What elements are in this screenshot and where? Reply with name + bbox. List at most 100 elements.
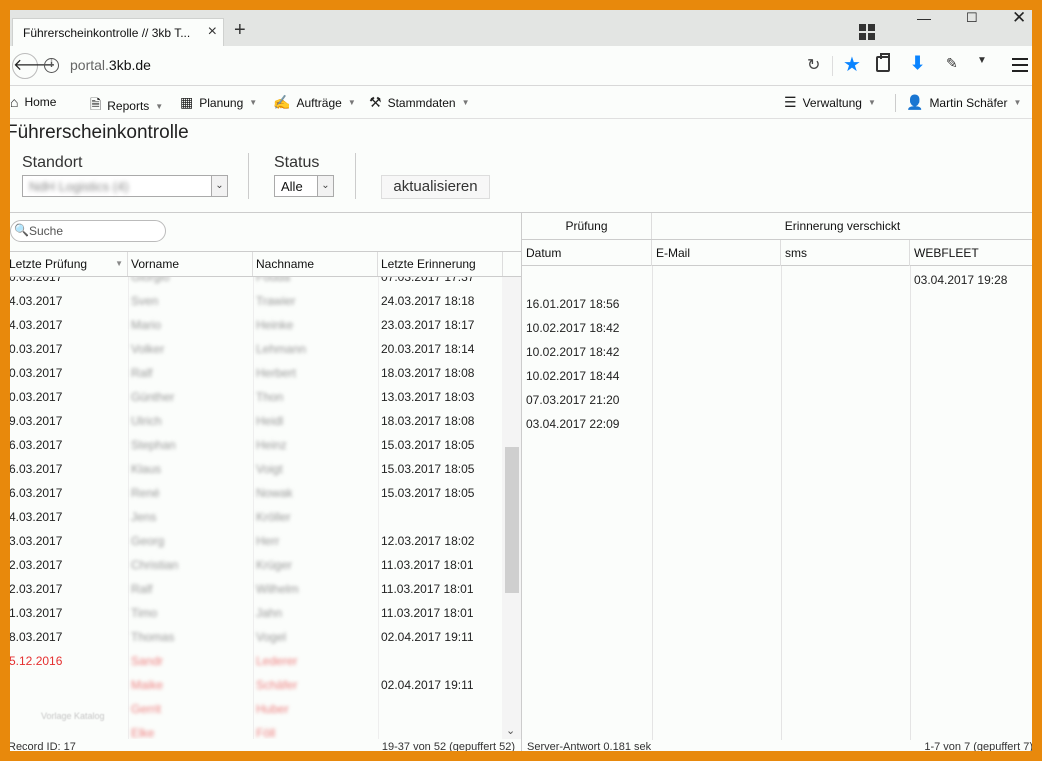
table-row[interactable]: 6.03.2017 Klaus Voigt 15.03.2017 18:05 xyxy=(10,457,502,481)
reload-icon[interactable]: ↻ xyxy=(807,55,820,75)
menu-stammdaten[interactable]: ⚒ Stammdaten ▼ xyxy=(369,94,470,111)
column-letzte-erinnerung[interactable]: Letzte Erinnerung xyxy=(378,252,503,276)
table-row[interactable]: 8.03.2017 Thomas Vogel 02.04.2017 19:11 xyxy=(10,625,502,649)
table-row[interactable]: 0.03.2017 Giorgio Fouda 07.03.2017 17:37 xyxy=(10,277,502,289)
cell-vorname: Timo xyxy=(131,606,158,620)
search-box[interactable]: 🔍 xyxy=(10,220,166,242)
menu-verwaltung[interactable]: ☰ Verwaltung ▼ xyxy=(784,94,876,111)
new-tab-icon[interactable]: + xyxy=(234,20,246,40)
table-row[interactable]: 4.03.2017 Jens Kröller xyxy=(10,505,502,529)
cell-nachname: Vogel xyxy=(256,630,287,644)
filter-divider xyxy=(248,153,249,199)
standort-select[interactable]: NdH Logistics (4) ⌄ xyxy=(22,175,228,197)
status-label: Status xyxy=(274,154,320,171)
grid-body: 0.03.2017 Giorgio Fouda 07.03.2017 17:37 4.0… xyxy=(10,277,502,739)
table-row[interactable]: 6.03.2017 Stephan Heinz 15.03.2017 18:05 xyxy=(10,433,502,457)
table-row[interactable]: 2.03.2017 Ralf Wilhelm 11.03.2017 18:01 xyxy=(10,577,502,601)
cell-webfleet xyxy=(910,340,1032,364)
paging-info: 19-37 von 52 (gepuffert 52) xyxy=(381,741,515,751)
column-nachname[interactable]: Nachname xyxy=(253,252,378,276)
column-vorname[interactable]: Vorname xyxy=(128,252,253,276)
cell-vorname: Jens xyxy=(131,510,157,524)
extension-icon[interactable]: ✎ xyxy=(946,55,958,72)
cell-erinnerung: 12.03.2017 18:02 xyxy=(381,534,475,548)
server-response: Server-Antwort 0.181 sek xyxy=(527,741,652,751)
close-window-icon[interactable]: ✕ xyxy=(1012,10,1026,28)
cell-nachname: Lehmann xyxy=(256,342,307,356)
cell-erinnerung: 07.03.2017 17:37 xyxy=(381,277,475,284)
cell-vorname: Christian xyxy=(131,558,179,572)
menu-stammdaten-label: Stammdaten xyxy=(387,95,456,110)
grid-header: Letzte Prüfung ▼ Vorname Nachname Letzte… xyxy=(10,251,521,277)
cell-email xyxy=(652,292,781,316)
cell-vorname: Georg xyxy=(131,534,165,548)
browser-tab[interactable]: Führerscheinkontrolle // 3kb T... × xyxy=(12,18,224,46)
scroll-down-icon[interactable]: ⌄ xyxy=(506,724,515,737)
cell-nachname: Lederer xyxy=(256,654,298,668)
column-letzte-pruefung[interactable]: Letzte Prüfung ▼ xyxy=(10,252,128,276)
cell-nachname: Heinz xyxy=(256,438,287,452)
table-row[interactable]: 9.03.2017 Ulrich Heidl 18.03.2017 18:08 xyxy=(10,409,502,433)
table-row[interactable]: 2.03.2017 Christian Krüger 11.03.2017 18:01 xyxy=(10,553,502,577)
menu-planung[interactable]: ▦ Planung ▼ xyxy=(180,94,257,111)
table-row[interactable]: 6.03.2017 René Nowak 15.03.2017 18:05 xyxy=(10,481,502,505)
cell-vorname: Elke xyxy=(131,726,155,739)
refresh-button[interactable]: aktualisieren xyxy=(381,175,490,199)
column-webfleet[interactable]: WEBFLEET xyxy=(910,240,1032,266)
table-row[interactable]: 4.03.2017 Mario Heinke 23.03.2017 18:17 xyxy=(10,313,502,337)
close-tab-icon[interactable]: × xyxy=(208,24,217,40)
url-field[interactable]: portal.3kb.de xyxy=(70,57,151,73)
bookmark-star-icon[interactable]: ★ xyxy=(843,52,861,77)
download-icon[interactable]: ⬇ xyxy=(910,53,925,74)
hamburger-menu-icon[interactable] xyxy=(1012,58,1028,72)
table-row[interactable]: 0.03.2017 Günther Thon 13.03.2017 18:03 xyxy=(10,385,502,409)
table-row[interactable]: 1.03.2017 Timo Jahn 11.03.2017 18:01 xyxy=(10,601,502,625)
status-select[interactable]: Alle ⌄ xyxy=(274,175,334,197)
filter-divider xyxy=(355,153,356,199)
maximize-icon[interactable]: ☐ xyxy=(966,10,978,26)
table-row[interactable]: Maike Schäfer 02.04.2017 19:11 xyxy=(10,673,502,697)
menu-home-label: Home xyxy=(24,95,57,109)
calendar-icon: ▦ xyxy=(180,94,194,110)
document-icon: 🗎 xyxy=(90,96,102,112)
chevron-down-icon: ▼ xyxy=(867,98,876,107)
column-sms[interactable]: sms xyxy=(781,240,910,266)
master-data-icon: ⚒ xyxy=(369,94,382,110)
menu-home[interactable]: ⌂ Home xyxy=(10,94,56,110)
menu-reports[interactable]: 🗎 Reports ▼ xyxy=(90,94,163,118)
column-header: Datum E-Mail sms WEBFLEET xyxy=(522,240,1032,266)
table-row[interactable]: Elke Föll xyxy=(10,721,502,739)
cell-vorname: Volker xyxy=(131,342,165,356)
menu-user[interactable]: 👤 Martin Schäfer ▼ xyxy=(906,94,1021,111)
standort-label: Standort xyxy=(22,154,83,171)
site-info-icon[interactable]: i xyxy=(44,58,59,73)
user-icon: 👤 xyxy=(906,94,924,110)
menu-auftraege[interactable]: ✍ Aufträge ▼ xyxy=(273,94,356,111)
vertical-scrollbar[interactable]: ⌄ xyxy=(502,277,521,739)
table-row[interactable]: 3.03.2017 Georg Herr 12.03.2017 18:02 xyxy=(10,529,502,553)
back-arrow-icon[interactable]: 🡐 xyxy=(12,53,56,79)
table-row[interactable]: 4.03.2017 Sven Trawier 24.03.2017 18:18 xyxy=(10,289,502,313)
cell-pruefung xyxy=(10,721,128,739)
menu-planung-label: Planung xyxy=(199,95,244,110)
cell-erinnerung: 13.03.2017 18:03 xyxy=(381,390,475,404)
table-row[interactable]: 5.12.2016 Sandr Lederer xyxy=(10,649,502,673)
chevron-down-icon: ⌄ xyxy=(317,176,333,196)
minimize-icon[interactable]: — xyxy=(917,10,931,26)
scrollbar-thumb[interactable] xyxy=(505,447,519,593)
list-icon: ☰ xyxy=(784,94,797,110)
cell-sms xyxy=(781,268,910,292)
cell-email xyxy=(652,412,781,436)
clipboard-icon[interactable] xyxy=(876,53,890,72)
cell-email xyxy=(652,364,781,388)
home-icon: ⌂ xyxy=(10,94,19,110)
sort-desc-icon[interactable]: ▼ xyxy=(115,252,123,276)
table-row[interactable]: 0.03.2017 Ralf Herbert 18.03.2017 18:08 xyxy=(10,361,502,385)
search-input[interactable] xyxy=(29,223,159,239)
column-email[interactable]: E-Mail xyxy=(652,240,781,266)
tile-windows-icon[interactable] xyxy=(859,24,877,42)
table-row[interactable]: 0.03.2017 Volker Lehmann 20.03.2017 18:14 xyxy=(10,337,502,361)
cell-email xyxy=(652,316,781,340)
column-datum[interactable]: Datum xyxy=(522,240,652,266)
chevron-down-icon[interactable]: ▼ xyxy=(977,55,987,66)
